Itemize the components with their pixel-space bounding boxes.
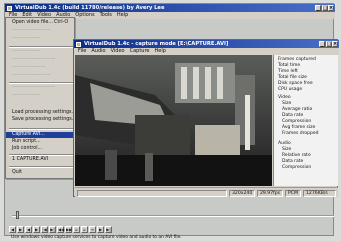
stat-total-time: Total time: [278, 63, 301, 68]
next-frame-button[interactable]: ▶▶: [65, 226, 72, 233]
stat-video-avg-frame-size: Avg frame size: [282, 125, 316, 130]
menu-item-recent-file[interactable]: 1 CAPTURE.AVI: [12, 157, 48, 163]
menu-item-disabled: ——————: [12, 93, 41, 98]
capture-status-message: [77, 189, 227, 197]
mark-out-button[interactable]: ▶|: [105, 226, 112, 233]
stat-total-file-size: Total file size: [278, 75, 307, 80]
menu-tools[interactable]: Tools: [100, 12, 112, 19]
main-window-title: VirtualDub 1.4c (build 11780/release) by…: [15, 5, 165, 11]
video-frame-image: [75, 55, 272, 186]
slider-track: [12, 215, 334, 217]
menu-item-open-shortcut: Ctrl-O: [54, 20, 69, 25]
minimize-button[interactable]: _: [315, 5, 321, 11]
capture-fps: 29.97fps: [257, 189, 283, 197]
close-button[interactable]: ×: [328, 5, 334, 11]
go-start-button[interactable]: |◀: [41, 226, 48, 233]
stat-video-average-ratio: Average ratio: [282, 107, 313, 112]
capture-window-controls: _ □ ×: [319, 41, 338, 47]
menu-item-job-control[interactable]: Job control...: [12, 146, 42, 152]
stat-video-frames-dropped: Frames dropped: [282, 131, 319, 136]
minimize-button[interactable]: _: [319, 41, 325, 47]
menu-item-disabled: ———————: [12, 65, 46, 70]
playback-toolbar: ◀ ▶ ◀ ▶ |◀ ▶| ◀◀ ▶▶ ⌂ ⌂ ≡ ▶ ▶|: [9, 226, 159, 233]
capture-stats-panel: Frames captured Total time Time left Tot…: [273, 55, 338, 186]
prev-frame-button[interactable]: ◀◀: [57, 226, 64, 233]
menu-item-run-script[interactable]: Run script...: [12, 139, 41, 145]
play-input-button[interactable]: ▶: [17, 226, 24, 233]
scene-button[interactable]: ≡: [89, 226, 96, 233]
menu-item-quit[interactable]: Quit: [12, 170, 22, 176]
capture-resolution: 320x240: [229, 189, 255, 197]
menu-options[interactable]: Options: [75, 12, 94, 19]
stat-audio-compression: Compression: [282, 165, 312, 170]
stat-video-compression: Compression: [282, 119, 312, 124]
stat-cpu-usage: CPU usage: [278, 87, 303, 92]
maximize-button[interactable]: □: [325, 41, 332, 47]
menu-separator: [9, 46, 73, 48]
prev-key-button[interactable]: ⌂: [73, 226, 80, 233]
cap-menu-help[interactable]: Help: [155, 48, 166, 55]
capture-menu-bar: File Audio Video Capture Help: [74, 48, 339, 55]
cap-menu-video[interactable]: Video: [111, 48, 125, 55]
app-icon: [7, 5, 12, 11]
stat-time-left: Time left: [278, 69, 298, 74]
slider-thumb[interactable]: [16, 211, 19, 219]
menu-item-open-video[interactable]: Open video file...: [12, 20, 53, 26]
mark-in-button[interactable]: ▶: [97, 226, 104, 233]
menu-item-disabled: ——————: [12, 36, 41, 41]
stat-disk-space-free: Disk space free: [278, 81, 313, 86]
menu-separator: [9, 82, 73, 84]
menu-item-save-settings[interactable]: Save processing settings...: [12, 117, 76, 123]
main-window-controls: _ □ ×: [315, 5, 334, 11]
stat-audio-relative-rate: Relative rate: [282, 153, 311, 158]
position-slider[interactable]: [12, 211, 334, 220]
menu-item-capture-avi[interactable]: Capture AVI...: [6, 132, 75, 138]
capture-status-bar: 320x240 29.97fps PCM 1276KB/s: [75, 187, 338, 197]
maximize-button[interactable]: □: [321, 5, 328, 11]
cap-menu-audio[interactable]: Audio: [91, 48, 105, 55]
play-output-button[interactable]: ◀: [25, 226, 32, 233]
go-end-button[interactable]: ▶|: [49, 226, 56, 233]
stat-video-header: Video: [278, 95, 291, 100]
menu-separator: [9, 128, 73, 130]
stat-audio-data-rate: Data rate: [282, 159, 304, 164]
capture-audio-format: PCM: [285, 189, 301, 197]
close-button[interactable]: ×: [332, 41, 338, 47]
menu-item-load-settings[interactable]: Load processing settings...: [12, 110, 76, 116]
menu-help[interactable]: Help: [117, 12, 128, 19]
status-bar: Use windows video capture services to ca…: [11, 235, 182, 240]
menu-item-disabled: ————————: [12, 73, 51, 78]
play-button[interactable]: ▶: [33, 226, 40, 233]
stat-audio-size: Size: [282, 147, 292, 152]
file-menu-dropdown: Open video file... Ctrl-O ———————— —————…: [5, 17, 76, 179]
menu-item-disabled: ————————: [12, 28, 51, 33]
main-title-bar[interactable]: VirtualDub 1.4c (build 11780/release) by…: [5, 4, 335, 12]
stat-audio-header: Audio: [278, 141, 291, 146]
menu-separator: [9, 154, 73, 156]
menu-item-disabled: —————————: [12, 57, 56, 62]
app-icon: [76, 41, 81, 47]
stop-button[interactable]: ◀: [9, 226, 16, 233]
video-preview: [75, 55, 272, 186]
next-key-button[interactable]: ⌂: [81, 226, 88, 233]
capture-disk-rate: 1276KB/s: [303, 189, 336, 197]
menu-item-disabled: —————————: [12, 85, 56, 90]
capture-window: VirtualDub 1.4c - capture mode [E:\CAPTU…: [73, 39, 339, 197]
capture-window-title: VirtualDub 1.4c - capture mode [E:\CAPTU…: [84, 41, 229, 47]
stat-video-size: Size: [282, 101, 292, 106]
stat-video-data-rate: Data rate: [282, 113, 304, 118]
capture-title-bar[interactable]: VirtualDub 1.4c - capture mode [E:\CAPTU…: [74, 40, 339, 48]
cap-menu-capture[interactable]: Capture: [130, 48, 150, 55]
menu-item-disabled: ——————: [12, 49, 41, 54]
cap-menu-file[interactable]: File: [78, 48, 86, 55]
stat-frames-captured: Frames captured: [278, 57, 316, 62]
menu-separator: [9, 166, 73, 168]
